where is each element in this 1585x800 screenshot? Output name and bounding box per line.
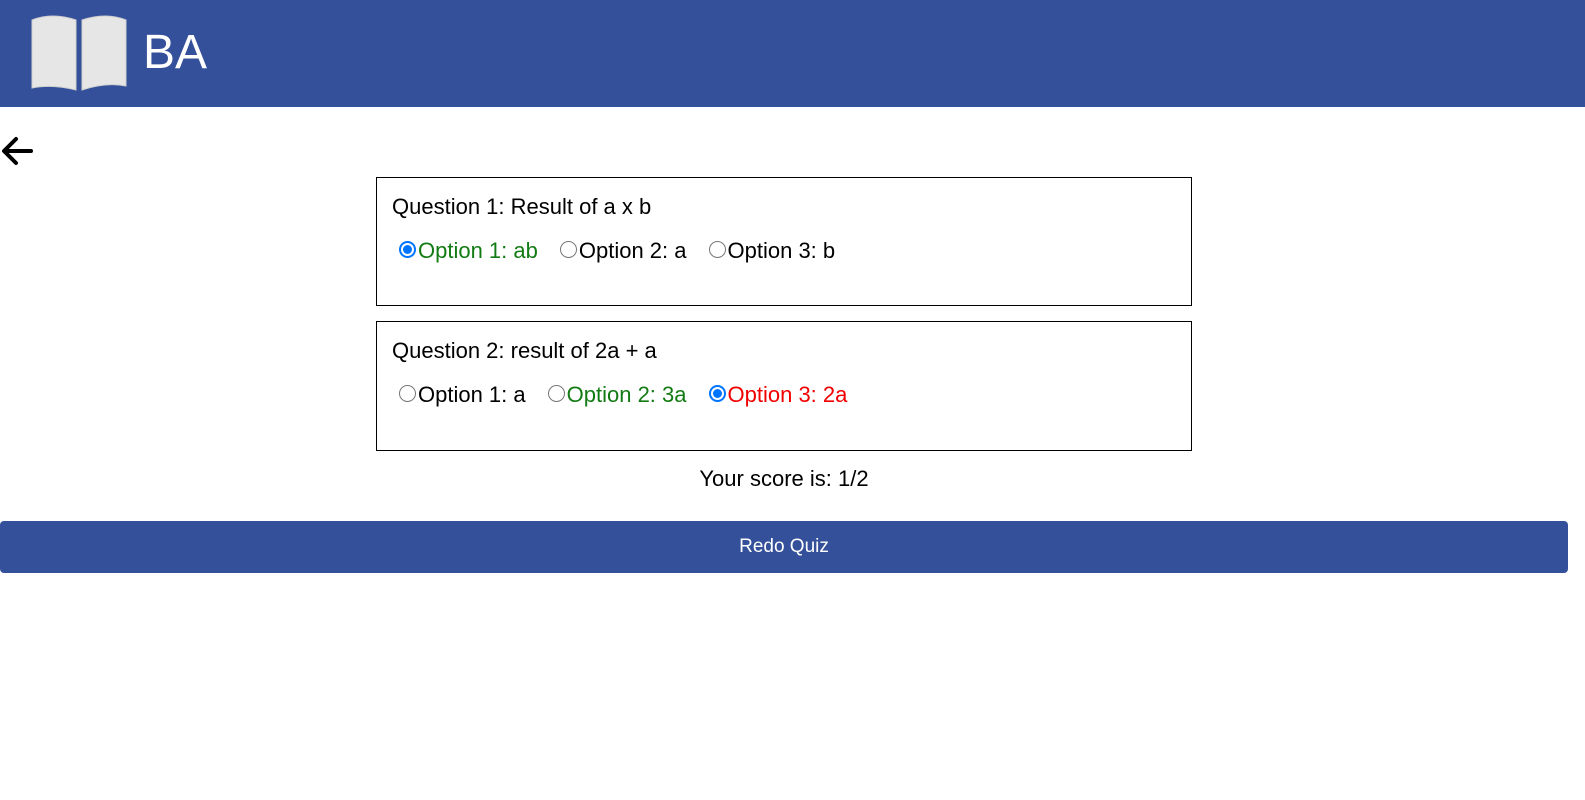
question-card-1: Question 1: Result of a x b Option 1: ab… <box>376 177 1192 306</box>
radio-button[interactable] <box>399 385 416 402</box>
radio-button[interactable] <box>547 385 565 402</box>
option-label: Option 1: a <box>418 382 526 407</box>
back-button[interactable] <box>0 133 36 169</box>
radio-button[interactable] <box>708 385 726 402</box>
radio-button[interactable] <box>559 241 577 258</box>
radio-button[interactable] <box>399 241 416 258</box>
radio-button[interactable] <box>708 241 726 258</box>
option-1[interactable]: Option 1: ab <box>399 238 538 264</box>
option-3[interactable]: Option 3: 2a <box>708 382 848 408</box>
question-text: Question 2: result of 2a + a <box>392 338 657 363</box>
option-label: Option 3: 2a <box>727 382 848 407</box>
option-label: Option 2: 3a <box>566 382 687 407</box>
option-label: Option 1: ab <box>418 238 538 263</box>
brand-title: BA <box>143 26 208 79</box>
option-1[interactable]: Option 1: a <box>399 382 526 408</box>
arrow-left-icon <box>2 137 33 165</box>
option-2[interactable]: Option 2: a <box>559 238 687 264</box>
question-card-2: Question 2: result of 2a + a Option 1: a… <box>376 321 1192 451</box>
option-label: Option 2: a <box>578 238 687 263</box>
options-group: Option 1: a Option 2: 3a Option 3: 2a <box>399 382 869 408</box>
option-label: Option 3: b <box>727 238 836 263</box>
score-text: Your score is: 1/2 <box>699 466 869 491</box>
redo-quiz-button[interactable]: Redo Quiz <box>0 521 1568 573</box>
option-2[interactable]: Option 2: 3a <box>547 382 687 408</box>
header: BA <box>0 0 1585 107</box>
option-3[interactable]: Option 3: b <box>708 238 836 264</box>
question-text: Question 1: Result of a x b <box>392 194 652 219</box>
options-group: Option 1: ab Option 2: a Option 3: b <box>399 238 857 264</box>
open-book-icon <box>31 15 127 91</box>
